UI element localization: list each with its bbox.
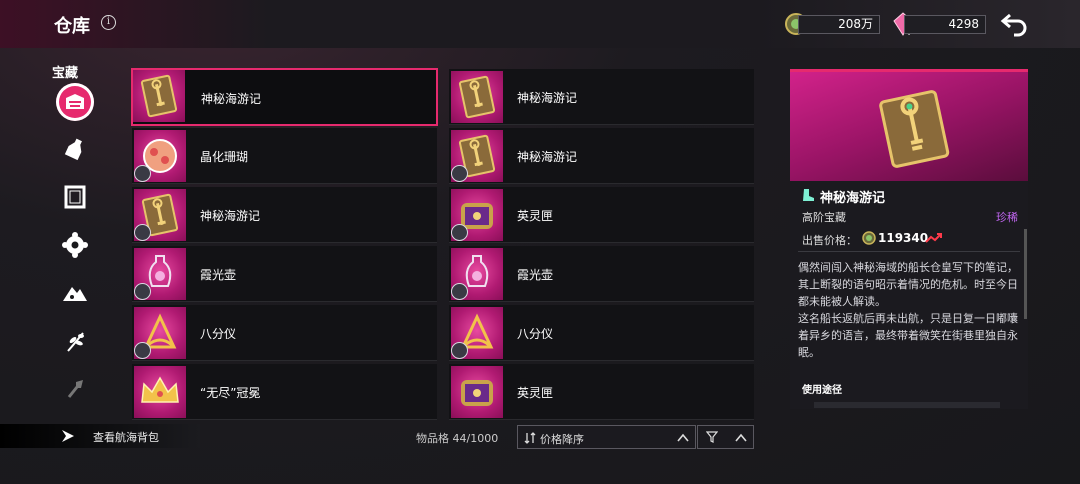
price-value: 119340 xyxy=(878,231,929,245)
nav-plant[interactable] xyxy=(56,322,94,360)
item-name: 神秘海游记 xyxy=(517,150,578,164)
inventory-item[interactable]: 神秘海游记 xyxy=(132,187,437,243)
uses-scrollbar[interactable] xyxy=(814,402,1000,408)
item-name: 八分仪 xyxy=(517,327,554,341)
item-thumbnail xyxy=(451,307,503,359)
treasure-chest-icon xyxy=(66,94,84,109)
filter-icon xyxy=(706,431,718,443)
nav-frame[interactable] xyxy=(56,178,94,216)
item-name: 霞光壶 xyxy=(517,268,554,282)
key-book-icon xyxy=(140,74,178,118)
boot-icon xyxy=(803,189,814,201)
item-thumbnail xyxy=(134,189,186,241)
item-thumbnail xyxy=(451,366,503,418)
view-bag-link[interactable]: 查看航海背包 xyxy=(0,424,200,448)
nav-potion[interactable] xyxy=(56,130,94,168)
crown-icon xyxy=(141,376,179,403)
trend-up-icon xyxy=(925,233,942,243)
item-badge-icon xyxy=(134,165,151,182)
item-thumbnail xyxy=(451,71,503,123)
detail-type: 高阶宝藏 xyxy=(802,211,846,224)
coin-icon xyxy=(862,231,876,245)
inventory-item[interactable]: 晶化珊瑚 xyxy=(132,128,437,184)
price-label: 出售价格： xyxy=(802,234,857,247)
nav-shovel[interactable] xyxy=(56,370,94,408)
treasure-box-icon xyxy=(461,380,493,406)
item-name: 英灵匣 xyxy=(517,209,554,223)
page-title: 仓库 xyxy=(54,16,90,37)
back-arrow-icon[interactable] xyxy=(1000,11,1030,37)
sort-dropdown[interactable]: 价格降序 xyxy=(517,425,696,449)
item-badge-icon xyxy=(134,224,151,241)
item-name: 神秘海游记 xyxy=(200,209,261,223)
detail-panel: 神秘海游记 高阶宝藏 珍稀 出售价格： 119340 偶然间闯入神秘海域的船长仓… xyxy=(790,69,1028,409)
inventory-item[interactable]: 霞光壶 xyxy=(449,246,754,302)
item-thumbnail xyxy=(134,366,186,418)
shovel-icon xyxy=(67,380,83,398)
detail-rarity: 珍稀 xyxy=(996,211,1018,224)
item-thumbnail xyxy=(134,130,186,182)
inventory-item[interactable]: “无尽”冠冕 xyxy=(132,364,437,420)
inventory-item[interactable]: 英灵匣 xyxy=(449,364,754,420)
slot-count: 物品格 44/1000 xyxy=(416,432,499,445)
inventory-item[interactable]: 英灵匣 xyxy=(449,187,754,243)
inventory-item[interactable]: 神秘海游记 xyxy=(131,68,438,126)
potion-bottle-icon xyxy=(64,138,82,161)
inventory-item[interactable]: 霞光壶 xyxy=(132,246,437,302)
nav-mountain[interactable] xyxy=(56,274,94,312)
picture-frame-icon xyxy=(64,185,86,209)
item-thumbnail xyxy=(134,307,186,359)
gold-currency: 208万 xyxy=(798,15,880,34)
key-book-icon xyxy=(458,75,496,119)
item-thumbnail xyxy=(451,248,503,300)
item-name: 晶化珊瑚 xyxy=(200,150,249,164)
divider xyxy=(798,251,1020,252)
item-thumbnail xyxy=(134,248,186,300)
info-icon[interactable]: i xyxy=(101,15,116,30)
key-book-icon xyxy=(879,90,950,168)
inventory-item[interactable]: 八分仪 xyxy=(132,305,437,361)
uses-label: 使用途径 xyxy=(802,385,842,396)
gear-flower-icon xyxy=(62,232,88,258)
chevron-up-icon[interactable] xyxy=(735,433,747,442)
detail-hero-image xyxy=(790,69,1028,181)
item-badge-icon xyxy=(134,283,151,300)
item-badge-icon xyxy=(451,165,468,182)
item-name: 英灵匣 xyxy=(517,386,554,400)
item-badge-icon xyxy=(451,342,468,359)
plant-sprout-icon xyxy=(67,332,84,352)
mountain-cloud-icon xyxy=(63,287,87,301)
category-label: 宝藏 xyxy=(52,66,79,81)
item-badge-icon xyxy=(451,224,468,241)
detail-description: 偶然间闯入神秘海域的船长仓皇写下的笔记，其上断裂的语句昭示着情况的危机。时至今日… xyxy=(798,261,1018,359)
item-name: “无尽”冠冕 xyxy=(200,386,261,400)
inventory-item[interactable]: 神秘海游记 xyxy=(449,69,754,125)
item-thumbnail xyxy=(133,70,185,122)
nav-treasure[interactable] xyxy=(56,83,94,121)
sort-label: 价格降序 xyxy=(540,433,584,446)
detail-scrollbar[interactable] xyxy=(1024,229,1027,319)
item-thumbnail xyxy=(451,189,503,241)
item-name: 神秘海游记 xyxy=(517,91,578,105)
nav-gear[interactable] xyxy=(56,226,94,264)
chevron-up-icon[interactable] xyxy=(677,433,689,442)
sort-icon xyxy=(524,432,536,444)
item-name: 八分仪 xyxy=(200,327,237,341)
detail-name: 神秘海游记 xyxy=(820,191,886,206)
item-badge-icon xyxy=(134,342,151,359)
gem-currency: 4298 xyxy=(904,15,986,34)
inventory-item[interactable]: 八分仪 xyxy=(449,305,754,361)
play-arrow-icon xyxy=(62,430,74,442)
item-name: 霞光壶 xyxy=(200,268,237,282)
item-badge-icon xyxy=(451,283,468,300)
filter-dropdown[interactable] xyxy=(697,425,754,449)
item-name: 神秘海游记 xyxy=(201,92,262,106)
view-bag-label: 查看航海背包 xyxy=(93,431,159,444)
item-thumbnail xyxy=(451,130,503,182)
inventory-item[interactable]: 神秘海游记 xyxy=(449,128,754,184)
